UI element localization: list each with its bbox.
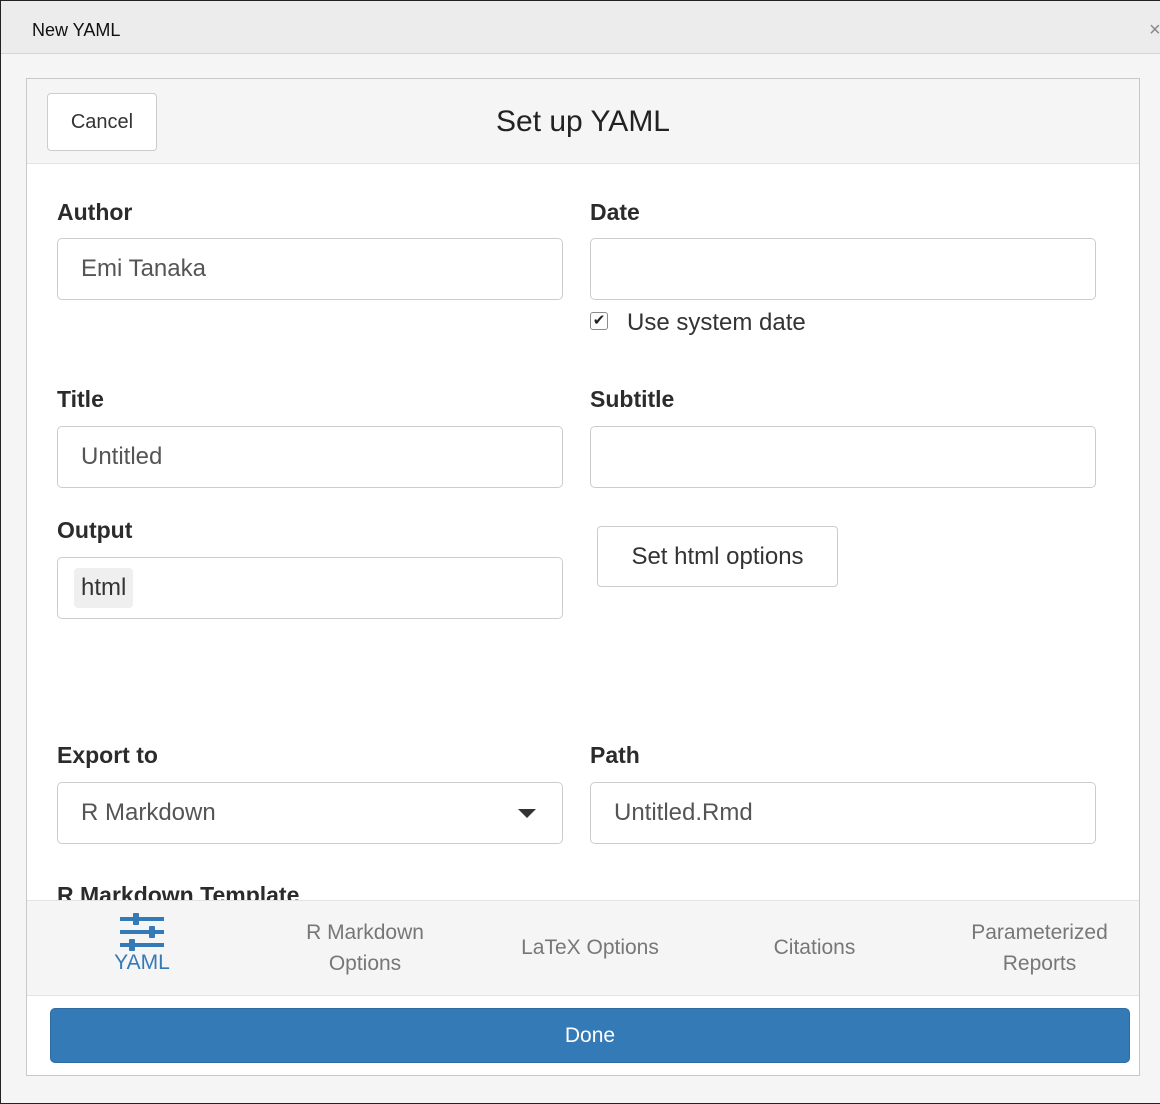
dialog-title: Set up YAML (496, 105, 670, 138)
use-system-date-checkbox[interactable]: ✔ (590, 312, 608, 330)
subtitle-label: Subtitle (590, 386, 675, 412)
title-input[interactable]: Untitled (57, 426, 563, 488)
tab-citations[interactable]: Citations (747, 901, 882, 995)
output-select[interactable]: html (57, 557, 563, 619)
tab-parameterized-reports[interactable]: Parameterized Reports (952, 901, 1127, 995)
tab-citations-label: Citations (773, 936, 856, 959)
tab-parameterized-reports-line1: Parameterized (971, 921, 1108, 944)
tab-yaml-label: YAML (114, 951, 170, 974)
caret-down-icon (518, 809, 536, 818)
path-label: Path (590, 742, 640, 768)
window-close-icon[interactable]: × (1149, 19, 1160, 42)
output-chip-html[interactable]: html (74, 568, 134, 608)
tab-bar: YAML R Markdown Options LaTeX Options Ci… (27, 900, 1139, 996)
tab-rmarkdown-options[interactable]: R Markdown Options (267, 901, 463, 995)
path-input[interactable]: Untitled.Rmd (590, 782, 1096, 844)
tab-yaml[interactable]: YAML (87, 901, 197, 995)
subtitle-input[interactable] (590, 426, 1096, 488)
window-titlebar: New YAML × (1, 1, 1160, 54)
author-input[interactable]: Emi Tanaka (57, 238, 563, 300)
date-label: Date (590, 199, 640, 225)
title-label: Title (57, 386, 104, 412)
dialog-window: New YAML × Set up YAML Cancel Author Emi… (0, 0, 1160, 1104)
export-to-select[interactable]: R Markdown (57, 782, 563, 844)
tab-rmarkdown-options-line2: Options (328, 952, 402, 975)
use-system-date-label: Use system date (627, 309, 806, 336)
tab-rmarkdown-options-line1: R Markdown (306, 921, 424, 944)
set-html-options-button[interactable]: Set html options (597, 526, 838, 587)
tab-latex-options[interactable]: LaTeX Options (495, 901, 685, 995)
window-title: New YAML (32, 20, 121, 40)
dialog-header: Set up YAML Cancel (27, 79, 1139, 164)
form-content[interactable]: Author Emi Tanaka Date ✔ Use system date… (27, 165, 1139, 900)
cancel-button[interactable]: Cancel (47, 93, 157, 151)
tab-parameterized-reports-line2: Reports (1002, 952, 1077, 975)
output-label: Output (57, 517, 133, 543)
yaml-dialog: Set up YAML Cancel Author Emi Tanaka Dat… (26, 78, 1140, 1076)
sliders-icon (120, 913, 164, 951)
author-label: Author (57, 199, 133, 225)
rmarkdown-template-label: R Markdown Template (57, 882, 300, 900)
export-to-value: R Markdown (81, 799, 216, 826)
date-input[interactable] (590, 238, 1096, 300)
export-to-label: Export to (57, 742, 158, 768)
done-button[interactable]: Done (50, 1008, 1130, 1063)
tab-latex-options-label: LaTeX Options (521, 936, 659, 959)
